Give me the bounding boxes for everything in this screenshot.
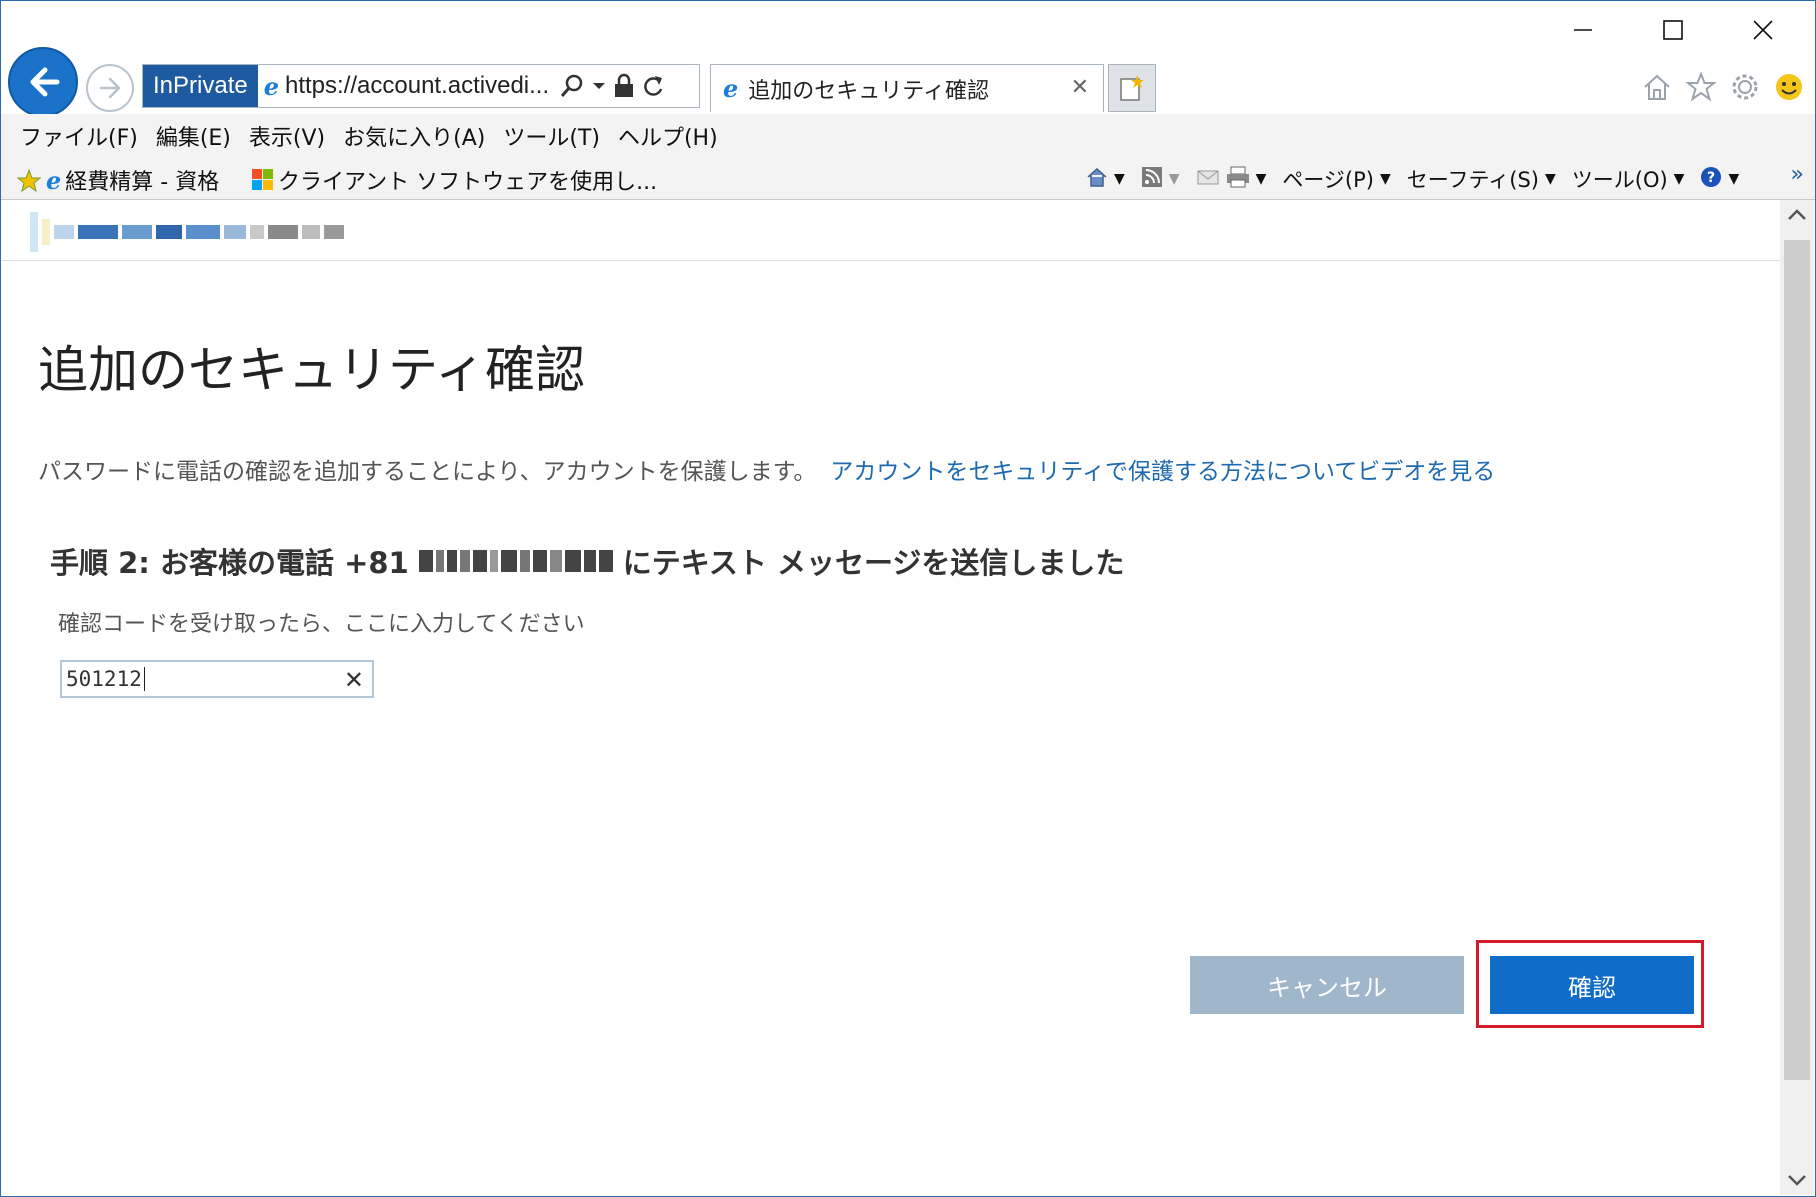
text-caret: [143, 667, 145, 691]
svg-text:?: ?: [1707, 170, 1715, 186]
help-icon[interactable]: ?: [1700, 166, 1722, 193]
menu-file[interactable]: ファイル(F): [20, 120, 138, 152]
page-menu[interactable]: ページ(P): [1282, 164, 1374, 194]
favorite-label-client: クライアント ソフトウェアを使用し...: [278, 170, 658, 195]
new-tab-button[interactable]: [1108, 64, 1156, 112]
redacted-phone-number: [418, 550, 613, 572]
chevron-down-icon[interactable]: [591, 78, 607, 94]
forward-button[interactable]: [86, 64, 134, 112]
tab-active[interactable]: e 追加のセキュリティ確認 ✕: [710, 64, 1104, 112]
rss-icon[interactable]: [1141, 166, 1163, 193]
refresh-icon[interactable]: [641, 74, 665, 98]
favorite-item-expense[interactable]: e 経費精算 - 資格: [16, 164, 219, 196]
menu-edit[interactable]: 編集(E): [156, 120, 231, 152]
favorite-label-expense: 経費精算 - 資格: [65, 170, 220, 195]
url-text[interactable]: https://account.activedi...: [285, 72, 553, 100]
page-description: パスワードに電話の確認を追加することにより、アカウントを保護します。 アカウントを…: [38, 452, 1495, 486]
home-icon[interactable]: [1640, 70, 1674, 104]
windows-logo-icon: [252, 169, 273, 190]
chevron-down-icon[interactable]: ▼: [1728, 171, 1739, 187]
menu-bar: ファイル(F) 編集(E) 表示(V) お気に入り(A) ツール(T) ヘルプ(…: [0, 114, 1816, 158]
favorites-bar: e 経費精算 - 資格 クライアント ソフトウェアを使用し... ▼ ▼ ▼ ペ…: [0, 158, 1816, 200]
chevron-down-icon[interactable]: ▼: [1114, 171, 1125, 187]
menu-view[interactable]: 表示(V): [249, 120, 325, 152]
gear-icon[interactable]: [1728, 70, 1762, 104]
chevron-down-icon[interactable]: [1786, 1173, 1808, 1189]
inprivate-badge: InPrivate: [143, 65, 258, 107]
browser-titlebar: InPrivate e https://account.activedi... …: [0, 0, 1816, 117]
cancel-button[interactable]: キャンセル: [1190, 956, 1464, 1014]
command-bar: ▼ ▼ ▼ ページ(P) ▼ セーフティ(S) ▼ ツール(O) ▼ ? ▼: [1086, 164, 1749, 194]
favorites-star-icon[interactable]: [1684, 70, 1718, 104]
step-suffix: にテキスト メッセージを送信しました: [622, 546, 1125, 580]
vertical-scrollbar[interactable]: [1780, 200, 1814, 1195]
arrow-left-icon: [30, 67, 60, 97]
step-prefix: 手順 2: お客様の電話 +81: [50, 546, 409, 580]
add-favorite-icon: [16, 168, 42, 192]
chevron-down-icon[interactable]: ▼: [1169, 171, 1180, 187]
menu-help[interactable]: ヘルプ(H): [618, 120, 718, 152]
back-button[interactable]: [8, 47, 78, 117]
lock-icon[interactable]: [613, 73, 635, 99]
org-logo-redacted: [30, 212, 344, 252]
arrow-right-icon: [99, 77, 121, 99]
org-header: [2, 200, 1780, 261]
minimize-button[interactable]: [1540, 8, 1626, 52]
toolbar-overflow-button[interactable]: »: [1791, 162, 1804, 187]
code-hint: 確認コードを受け取ったら、ここに入力してください: [58, 612, 585, 637]
menu-favorites[interactable]: お気に入り(A): [343, 120, 485, 152]
search-icon[interactable]: [559, 73, 585, 99]
scrollbar-thumb[interactable]: [1784, 240, 1810, 1080]
favorite-item-client[interactable]: クライアント ソフトウェアを使用し...: [252, 164, 657, 196]
description-text: パスワードに電話の確認を追加することにより、アカウントを保護します。: [38, 459, 817, 485]
safety-menu[interactable]: セーフティ(S): [1407, 164, 1539, 194]
minimize-icon: [1574, 29, 1592, 31]
verification-code-input[interactable]: 501212 ✕: [60, 660, 374, 698]
mail-icon[interactable]: [1196, 167, 1220, 192]
tab-close-button[interactable]: ✕: [1071, 75, 1089, 100]
ie-fav-icon: e: [46, 165, 62, 195]
clear-input-button[interactable]: ✕: [344, 666, 364, 694]
maximize-button[interactable]: [1630, 8, 1716, 52]
close-icon: [1753, 20, 1773, 40]
verification-code-value: 501212: [66, 667, 142, 691]
close-window-button[interactable]: [1720, 8, 1806, 52]
home-cmd-icon[interactable]: [1086, 166, 1108, 193]
maximize-icon: [1663, 20, 1683, 40]
address-bar[interactable]: InPrivate e https://account.activedi...: [142, 64, 700, 108]
web-page: 追加のセキュリティ確認 パスワードに電話の確認を追加することにより、アカウントを…: [2, 200, 1780, 1195]
chevron-down-icon[interactable]: ▼: [1674, 171, 1685, 187]
ie-tab-icon: e: [723, 74, 739, 103]
ie-page-icon: e: [263, 71, 279, 101]
page-title: 追加のセキュリティ確認: [38, 341, 585, 399]
security-video-link[interactable]: アカウントをセキュリティで保護する方法についてビデオを見る: [830, 459, 1495, 485]
chevron-down-icon[interactable]: ▼: [1545, 171, 1556, 187]
chevron-down-icon[interactable]: ▼: [1380, 171, 1391, 187]
smiley-feedback-icon[interactable]: [1772, 70, 1806, 104]
tab-title: 追加のセキュリティ確認: [748, 78, 989, 104]
menu-tools[interactable]: ツール(T): [503, 120, 600, 152]
step-heading: 手順 2: お客様の電話 +81 にテキスト メッセージを送信しました: [50, 540, 1124, 582]
new-tab-icon: [1120, 75, 1144, 101]
print-icon[interactable]: [1226, 166, 1250, 193]
chevron-up-icon[interactable]: [1786, 206, 1808, 222]
chevron-down-icon[interactable]: ▼: [1256, 171, 1267, 187]
confirm-button-highlight: [1476, 940, 1704, 1028]
tools-menu[interactable]: ツール(O): [1572, 164, 1668, 194]
